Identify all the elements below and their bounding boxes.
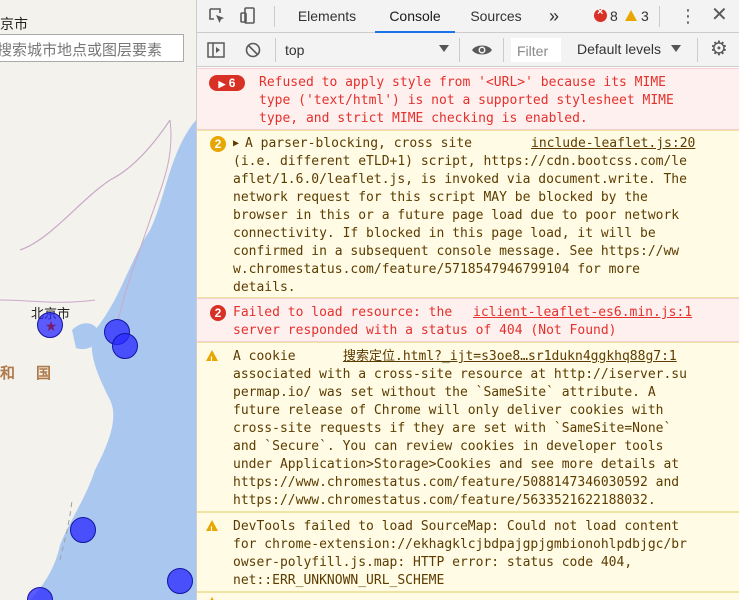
message-text: aflet/1.6.0/leaflet.js, is invoked via d… — [233, 172, 687, 187]
chevron-down-icon[interactable] — [439, 45, 449, 52]
message-text: for chrome-extension://ekhagklcjbdpajgpj… — [233, 537, 687, 552]
message-text: under Application>Storage>Cookies and se… — [233, 457, 680, 472]
console-message-warning[interactable]: ! DevTools failed to load SourceMap: Cou… — [197, 512, 739, 592]
message-text: type, and strict MIME checking is enable… — [259, 111, 588, 126]
message-text: details. — [233, 280, 296, 295]
message-text: server responded with a status of 404 (N… — [233, 323, 617, 338]
tabbar-divider — [659, 6, 660, 27]
more-tabs-button[interactable]: » — [541, 0, 567, 33]
message-text: network request for this script MAY be b… — [233, 190, 648, 205]
map-marker[interactable] — [112, 333, 138, 359]
tabbar-divider — [274, 6, 275, 27]
eye-icon[interactable] — [471, 43, 493, 57]
console-message-warning[interactable]: 2 ▶ A parser-blocking, cross site includ… — [197, 130, 739, 298]
devtools-tabbar: Elements Console Sources » × 8 3 ⋮ ✕ — [197, 0, 739, 33]
devtools-panel: Elements Console Sources » ×8 3 ⋮ ✕ top — [196, 0, 739, 600]
message-text: owser-polyfill.js.map: HTTP error: statu… — [233, 555, 633, 570]
message-text: A cookie — [233, 349, 296, 364]
message-text: (i.e. different eTLD+1) script, https://… — [233, 154, 687, 169]
console-message-warning[interactable]: ! A cookie 搜索定位.html?_ijt=s3oe8…sr1dukn4… — [197, 342, 739, 512]
toolbar-divider — [503, 38, 504, 62]
message-text: confirmed in a subsequent console messag… — [233, 244, 680, 259]
tab-elements[interactable]: Elements — [285, 0, 369, 33]
map-search-input[interactable]: 搜索城市地点或图层要素 — [0, 34, 184, 62]
warning-icon: ! — [206, 520, 218, 535]
message-text: type ('text/html') is not a supported st… — [259, 93, 674, 108]
console-message-error[interactable]: ▶ 6 Refused to apply style from '<URL>' … — [197, 68, 739, 130]
toolbar-divider — [459, 38, 460, 62]
chevron-down-icon[interactable] — [671, 45, 681, 52]
message-repeat-count: ▶ 6 — [209, 75, 245, 91]
message-text: future release of Chrome will only deliv… — [233, 403, 664, 418]
map-panel[interactable]: 京市 搜索城市地点或图层要素 北京市 和 国 ★ — [0, 0, 196, 600]
message-text: associated with a cross-site resource at… — [233, 367, 687, 382]
message-source-link[interactable]: 搜索定位.html?_ijt=s3oe8…sr1dukn4ggkhq88g7:1 — [343, 348, 677, 366]
console-message-error[interactable]: 2 Failed to load resource: the iclient-l… — [197, 298, 739, 342]
message-text: cross-site requests if they are set with… — [233, 421, 672, 436]
gear-icon[interactable]: ⚙ — [710, 38, 728, 60]
message-text: https://www.chromestatus.com/feature/508… — [233, 475, 680, 490]
country-label-char: 国 — [36, 364, 52, 382]
message-text: Failed to load resource: the — [233, 305, 453, 320]
map-marker-beijing[interactable]: ★ — [37, 312, 63, 338]
context-selector[interactable]: top — [285, 42, 304, 58]
message-text: https://www.chromestatus.com/feature/563… — [233, 493, 656, 508]
message-text: DevTools failed to load SourceMap: Could… — [233, 519, 680, 534]
message-repeat-count: 2 — [210, 305, 226, 321]
message-text: A parser-blocking, cross site — [245, 136, 472, 151]
filter-input[interactable]: Filter — [511, 38, 561, 62]
star-icon: ★ — [44, 318, 58, 334]
warning-icon — [625, 10, 637, 21]
map-city-title: 京市 — [0, 17, 28, 33]
device-toolbar-icon[interactable] — [239, 6, 259, 26]
error-count-badge[interactable]: × 8 — [594, 6, 618, 24]
clear-console-icon[interactable] — [245, 42, 261, 58]
message-text: browser in this or a future page load du… — [233, 208, 680, 223]
message-source-link[interactable]: iclient-leaflet-es6.min.js:1 — [473, 304, 692, 322]
message-text: permap.io/ was set without the `SameSite… — [233, 385, 656, 400]
message-repeat-count: 2 — [210, 136, 226, 152]
kebab-menu-icon[interactable]: ⋮ — [679, 7, 697, 25]
message-text: w.chromestatus.com/feature/5718547946799… — [233, 262, 640, 277]
show-sidebar-icon[interactable] — [207, 42, 225, 58]
map-basemap — [0, 0, 196, 600]
console-toolbar: top Filter Default levels ⚙ — [197, 33, 739, 67]
toolbar-divider — [275, 38, 276, 62]
warning-icon: ! — [206, 350, 218, 365]
warning-count-badge[interactable]: 3 — [625, 8, 649, 24]
map-marker[interactable] — [70, 517, 96, 543]
message-text: and `Secure`. You can review cookies in … — [233, 439, 664, 454]
message-source-link[interactable]: include-leaflet.js:20 — [531, 135, 695, 153]
message-text: Refused to apply style from '<URL>' beca… — [259, 75, 666, 90]
map-marker[interactable] — [167, 568, 193, 594]
expand-triangle-icon[interactable]: ▶ — [233, 135, 239, 153]
inspect-element-icon[interactable] — [207, 6, 227, 26]
message-text: net::ERR_UNKNOWN_URL_SCHEME — [233, 573, 445, 588]
log-levels-dropdown[interactable]: Default levels — [577, 41, 661, 57]
close-icon[interactable]: ✕ — [711, 4, 728, 26]
tab-sources[interactable]: Sources — [461, 0, 531, 33]
country-label-char: 和 — [0, 364, 16, 382]
console-message-warning[interactable]: ! — [197, 592, 739, 600]
error-icon: × — [594, 6, 607, 22]
tab-console[interactable]: Console — [375, 0, 455, 33]
message-text: connectivity. If blocked in this page lo… — [233, 226, 656, 241]
toolbar-divider — [697, 38, 698, 62]
